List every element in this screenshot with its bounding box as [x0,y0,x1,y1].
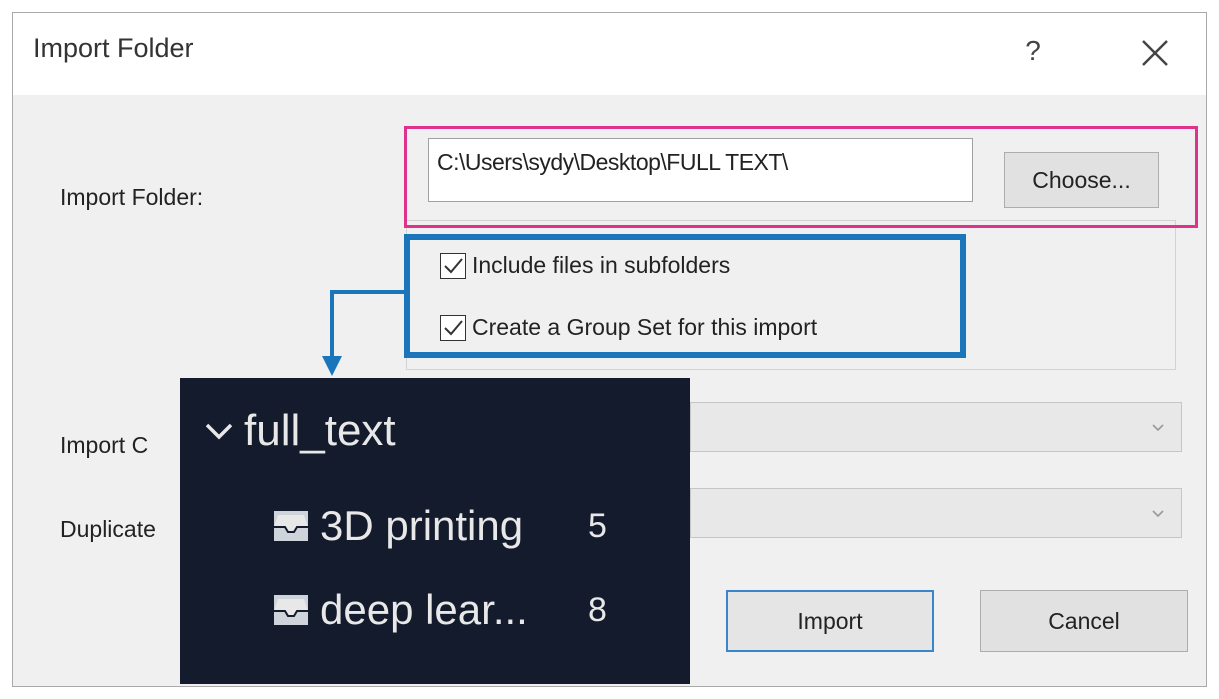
tree-item[interactable]: 3D printing 5 [268,502,607,550]
title-bar: Import Folder ? [13,13,1206,95]
tree-root-node[interactable]: full_text [204,406,396,456]
tree-item-count: 5 [588,506,607,545]
tree-item-count: 8 [588,590,607,629]
import-option-label: Import C [60,432,149,458]
tree-item[interactable]: deep lear... 8 [268,586,607,634]
chevron-down-icon[interactable] [204,416,234,446]
duplicate-label: Duplicate [60,516,156,542]
folder-highlight-box [404,126,1198,228]
dialog-title: Import Folder [33,33,194,63]
import-option-select[interactable] [690,402,1182,452]
tree-root-label: full_text [244,406,396,455]
import-button[interactable]: Import [726,590,934,652]
tray-icon [274,511,308,541]
chevron-down-icon [1152,510,1164,518]
import-folder-label: Import Folder: [60,184,204,210]
help-icon[interactable]: ? [1013,31,1053,71]
tree-item-label: 3D printing [320,502,524,549]
group-set-tree-panel: full_text 3D printing 5 deep lear... 8 [180,378,690,684]
chevron-down-icon [1152,424,1164,432]
duplicate-select[interactable] [690,488,1182,538]
connector-arrow [322,290,404,376]
cancel-button[interactable]: Cancel [980,590,1188,652]
close-icon[interactable] [1133,31,1177,75]
options-highlight-box [404,234,966,358]
tray-icon [274,595,308,625]
tree-item-label: deep lear... [320,586,528,633]
